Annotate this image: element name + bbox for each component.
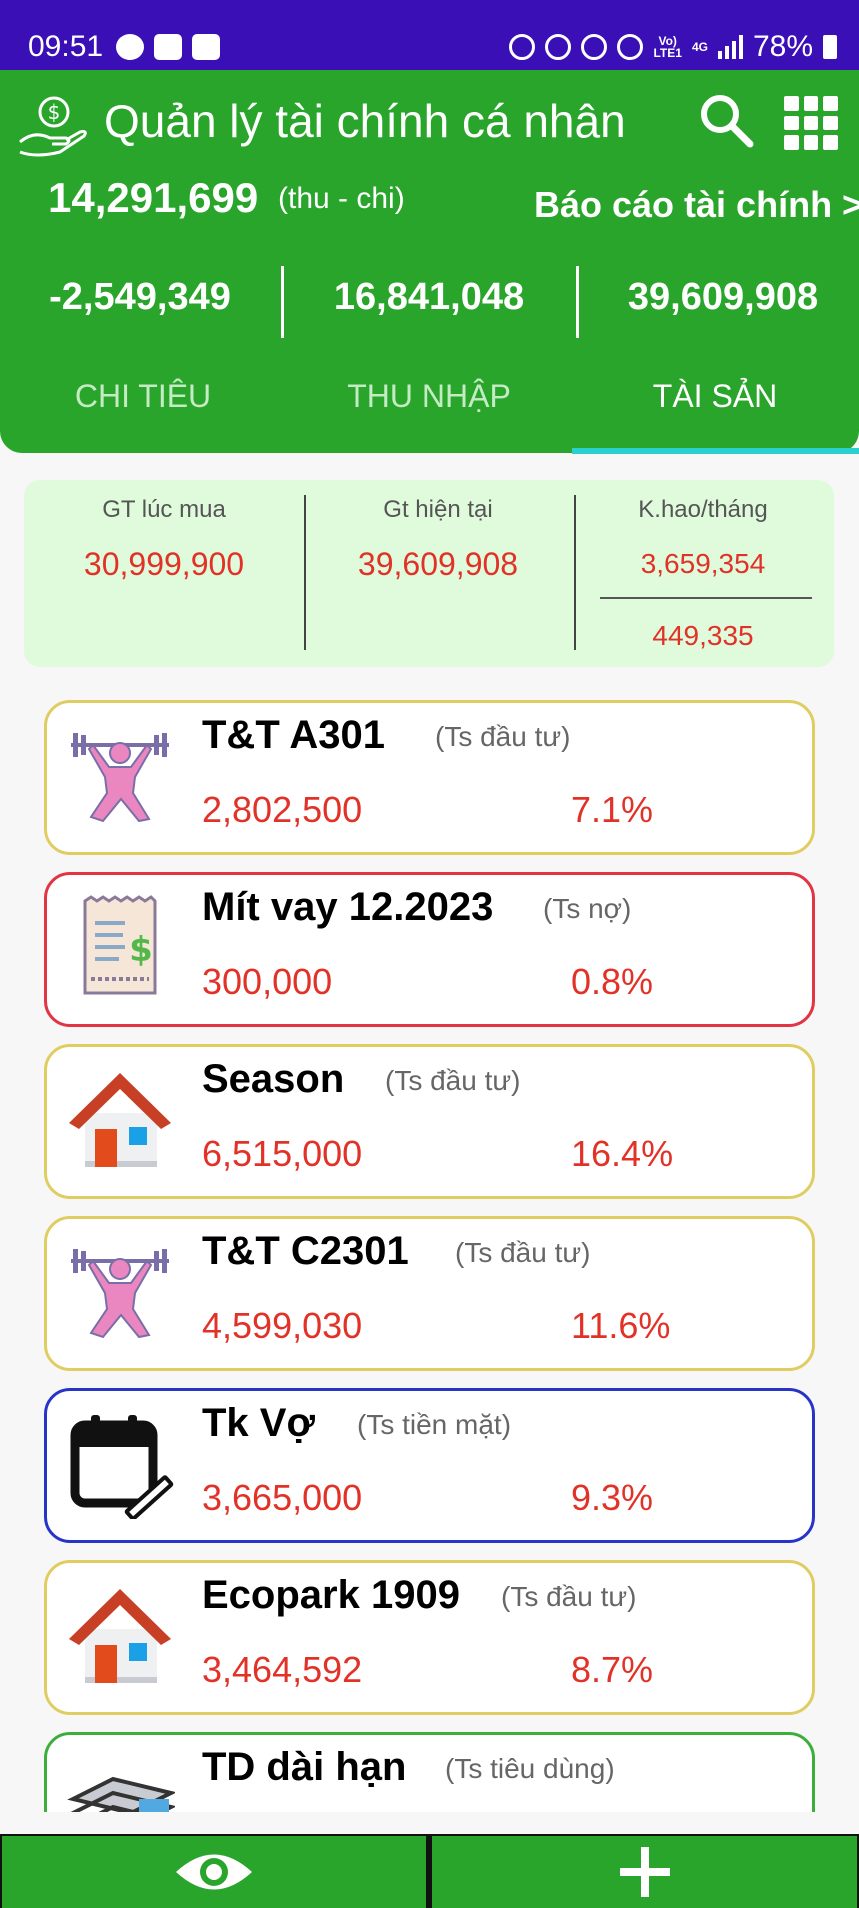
asset-percent: 8.7% [571, 1649, 654, 1690]
volte-indicator: Vo) LTE1 [653, 34, 682, 60]
asset-name: Tk Vợ [202, 1401, 315, 1445]
list-item[interactable]: $ Mít vay 12.2023 (Ts nợ) 300,000 0.8% [44, 872, 815, 1027]
svg-text:$: $ [48, 100, 61, 124]
list-item[interactable]: TD dài hạn (Ts tiêu dùng) [44, 1732, 815, 1812]
purchase-value: 30,999,900 [83, 546, 245, 582]
asset-list: T&T A301 (Ts đầu tư) 2,802,500 7.1% $ Mí… [0, 690, 859, 1812]
divider [576, 266, 579, 338]
status-bar: 09:51 Vo) LTE1 4G 78% [0, 0, 859, 70]
asset-percent: 9.3% [571, 1477, 654, 1518]
house-icon [69, 1073, 171, 1167]
tab-assets[interactable]: TÀI SẢN [572, 378, 858, 415]
current-value-label: Gt hiện tại [383, 496, 493, 523]
house-icon [69, 1589, 171, 1683]
hotspot-icon [617, 34, 644, 60]
lock-rotation-icon [509, 34, 536, 60]
asset-percent: 16.4% [571, 1133, 674, 1174]
stat-income: 16,841,048 [333, 276, 525, 318]
asset-percent: 0.8% [571, 961, 654, 1002]
view-button[interactable] [2, 1836, 426, 1908]
network-type: 4G [691, 40, 708, 54]
asset-type: (Ts đầu tư) [501, 1581, 637, 1612]
battery-icon [823, 35, 837, 59]
battery-percent: 78% [752, 30, 813, 63]
weightlifter-icon [71, 1249, 169, 1339]
image-icon [192, 34, 220, 60]
asset-type: (Ts tiêu dùng) [445, 1753, 615, 1784]
asset-type: (Ts đầu tư) [385, 1065, 521, 1096]
asset-amount: 3,665,000 [202, 1477, 363, 1518]
bottom-action-bar [0, 1834, 859, 1908]
app-title: Quản lý tài chính cá nhân [104, 95, 626, 147]
divider [281, 266, 284, 338]
current-value: 39,609,908 [357, 546, 519, 582]
mute-icon [581, 34, 608, 60]
tab-income[interactable]: THU NHẬP [286, 378, 572, 415]
asset-summary-card: GT lúc mua 30,999,900 Gt hiện tại 39,609… [24, 480, 834, 667]
asset-name: Ecopark 1909 [202, 1573, 460, 1617]
list-item[interactable]: Tk Vợ (Ts tiền mặt) 3,665,000 9.3% [44, 1388, 815, 1543]
list-item[interactable]: Ecopark 1909 (Ts đầu tư) 3,464,592 8.7% [44, 1560, 815, 1715]
check-icon [154, 34, 182, 60]
asset-type: (Ts đầu tư) [455, 1237, 591, 1268]
chat-icon [116, 34, 144, 60]
asset-name: TD dài hạn [202, 1745, 407, 1789]
asset-amount: 300,000 [202, 961, 333, 1002]
asset-name: T&T A301 [202, 713, 386, 757]
depreciation-label: K.hao/tháng [638, 496, 768, 523]
add-button[interactable] [432, 1836, 857, 1908]
fraction-line [600, 597, 812, 599]
asset-type: (Ts nợ) [543, 893, 632, 924]
stat-expense: -2,549,349 [49, 276, 231, 318]
list-item[interactable]: Season (Ts đầu tư) 6,515,000 16.4% [44, 1044, 815, 1199]
plus-icon [620, 1847, 670, 1897]
tab-expense[interactable]: CHI TIÊU [0, 378, 286, 415]
stack-icon [67, 1776, 175, 1812]
list-item[interactable]: T&T A301 (Ts đầu tư) 2,802,500 7.1% [44, 700, 815, 855]
asset-amount: 2,802,500 [202, 789, 363, 830]
alarm-icon [545, 34, 572, 60]
app-header: $ Quản lý tài chính cá nhân 14,291,699 (… [0, 70, 859, 454]
depreciation-value-secondary: 449,335 [652, 620, 754, 651]
status-time: 09:51 [28, 30, 104, 63]
asset-name: Season [202, 1057, 345, 1101]
balance-note: (thu - chi) [278, 182, 405, 215]
asset-amount: 3,464,592 [202, 1649, 363, 1690]
asset-amount: 6,515,000 [202, 1133, 363, 1174]
weightlifter-icon [71, 733, 169, 823]
asset-name: T&T C2301 [202, 1229, 409, 1273]
svg-text:$: $ [129, 930, 153, 970]
financial-report-link[interactable]: Báo cáo tài chính > [534, 184, 859, 226]
list-item[interactable]: T&T C2301 (Ts đầu tư) 4,599,030 11.6% [44, 1216, 815, 1371]
receipt-icon: $ [83, 895, 157, 995]
calendar-edit-icon [70, 1415, 174, 1519]
net-balance: 14,291,699 [48, 174, 259, 221]
stat-assets: 39,609,908 [627, 276, 819, 318]
asset-name: Mít vay 12.2023 [202, 885, 494, 929]
grid-menu-icon[interactable] [784, 96, 838, 150]
money-hand-icon: $ [19, 96, 87, 157]
tab-indicator [572, 448, 859, 454]
search-icon[interactable] [696, 90, 756, 150]
asset-percent: 7.1% [571, 789, 654, 830]
depreciation-value: 3,659,354 [640, 548, 766, 579]
signal-icon [717, 35, 743, 59]
asset-type: (Ts đầu tư) [435, 721, 571, 752]
eye-icon [176, 1854, 252, 1890]
purchase-value-label: GT lúc mua [102, 496, 226, 523]
asset-percent: 11.6% [571, 1305, 671, 1346]
asset-type: (Ts tiền mặt) [357, 1409, 512, 1440]
asset-amount: 4,599,030 [202, 1305, 363, 1346]
